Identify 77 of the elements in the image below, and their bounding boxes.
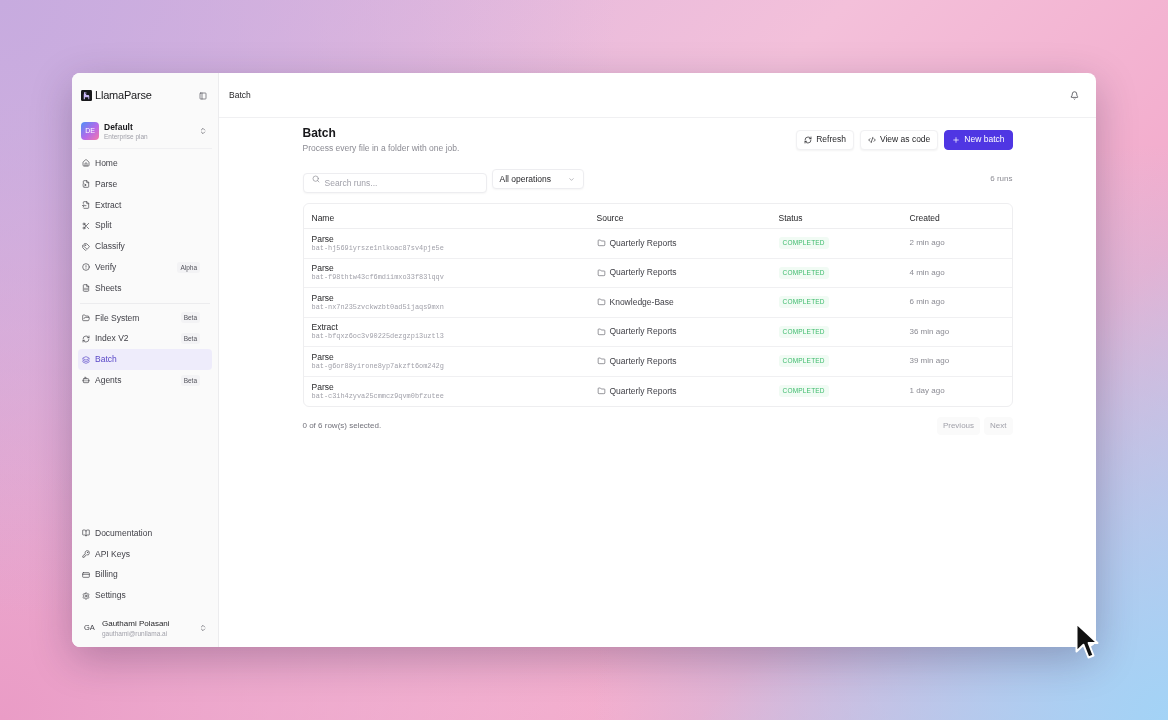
job-name: Parse xyxy=(311,233,334,244)
created-time: 2 min ago xyxy=(909,237,945,250)
chevron-down-icon xyxy=(567,175,575,183)
folder-icon xyxy=(596,357,606,366)
job-name: Extract xyxy=(311,322,338,333)
book-icon xyxy=(82,529,90,538)
nav-link[interactable]: Sheets xyxy=(78,277,212,299)
alert-circle-icon xyxy=(82,263,90,272)
workspace-name: Default xyxy=(104,121,133,132)
created-time: 4 min ago xyxy=(909,266,945,279)
source-folder: Quarterly Reports xyxy=(609,266,677,280)
refresh-icon xyxy=(804,135,813,144)
nav-link[interactable]: Classify xyxy=(78,236,212,257)
nav-link[interactable]: Billing xyxy=(78,564,212,586)
created-time: 1 day ago xyxy=(909,385,945,398)
job-name: Parse xyxy=(311,381,334,392)
created-time: 36 min ago xyxy=(909,325,950,338)
user-name: Gauthami Polasani xyxy=(102,618,170,629)
sidebar-toggle-icon[interactable] xyxy=(199,91,207,100)
job-name: Parse xyxy=(311,351,334,362)
search-field[interactable]: Search runs... xyxy=(302,173,487,193)
source-folder: Knowledge-Base xyxy=(609,295,674,309)
scissors-icon xyxy=(82,221,90,230)
home-icon xyxy=(82,159,90,168)
nav-link[interactable]: API Keys xyxy=(78,543,212,565)
tags-icon xyxy=(82,242,90,251)
selection-summary: 0 of 6 row(s) selected. xyxy=(302,420,382,432)
column-header: Source xyxy=(596,213,624,223)
folder-icon xyxy=(596,239,606,248)
action-button[interactable]: Refresh xyxy=(796,129,854,150)
folder-icon xyxy=(596,387,606,396)
nav-link[interactable]: Extract xyxy=(78,194,212,216)
plus-icon xyxy=(952,135,961,144)
folder-icon xyxy=(596,268,606,277)
search-icon xyxy=(311,175,320,183)
layers-icon xyxy=(82,355,90,364)
job-name: Parse xyxy=(311,263,334,274)
nav-link[interactable]: Split xyxy=(78,215,212,237)
code-icon xyxy=(867,135,876,144)
logo-icon xyxy=(81,90,92,101)
file-export-icon xyxy=(82,201,90,209)
folder-icon xyxy=(596,298,606,307)
page-subtitle: Process every file in a folder with one job. xyxy=(302,143,460,154)
nav-link[interactable]: Home xyxy=(78,153,212,174)
column-header: Name xyxy=(311,213,335,223)
source-folder: Quarterly Reports xyxy=(609,384,677,398)
brand-name: LlamaParse xyxy=(95,88,152,104)
folder-icon xyxy=(82,313,90,322)
source-folder: Quarterly Reports xyxy=(609,325,677,339)
file-import-icon xyxy=(82,180,90,189)
chevrons-icon xyxy=(199,127,207,135)
column-header: Created xyxy=(909,213,940,223)
page-title: Batch xyxy=(302,125,336,141)
robot-icon xyxy=(82,376,90,385)
source-folder: Quarterly Reports xyxy=(609,354,677,368)
created-time: 6 min ago xyxy=(909,296,945,309)
nav-link[interactable]: Settings xyxy=(78,585,212,606)
operation-select[interactable]: All operations xyxy=(491,169,584,189)
settings-icon xyxy=(82,591,90,600)
chevrons-icon xyxy=(199,624,207,632)
key-icon xyxy=(82,550,90,558)
created-time: 39 min ago xyxy=(909,355,950,368)
nav-link[interactable]: Batch xyxy=(78,349,212,370)
notification-bell-icon[interactable] xyxy=(1070,90,1079,100)
credit-card-icon xyxy=(82,570,90,579)
action-button[interactable]: New batch xyxy=(944,129,1013,150)
nav-link[interactable]: Parse xyxy=(78,173,212,195)
nav-link[interactable]: Documentation xyxy=(78,522,212,544)
folder-icon xyxy=(596,327,606,336)
breadcrumb-text: Batch xyxy=(229,88,251,102)
action-button[interactable]: View as code xyxy=(859,129,939,150)
column-header: Status xyxy=(778,213,803,223)
run-count: 6 runs xyxy=(990,173,1013,185)
source-folder: Quarterly Reports xyxy=(609,236,677,250)
refresh-icon xyxy=(82,334,90,343)
job-name: Parse xyxy=(311,292,334,303)
spreadsheet-icon xyxy=(82,284,90,293)
